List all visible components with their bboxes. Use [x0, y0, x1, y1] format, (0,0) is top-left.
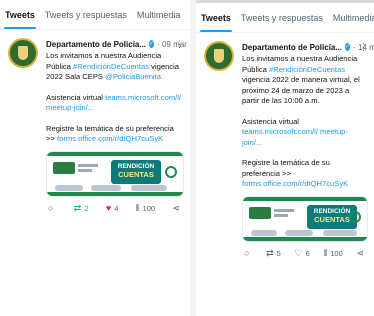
hashtag-link[interactable]: #RendiciónDeCuentas: [73, 62, 149, 71]
logo-text: [78, 168, 92, 172]
tweet-actions: ○ ⇄ 2 ♥ 4 ⫴ 100 ⋖: [46, 197, 184, 213]
heart-icon: ♥: [105, 202, 112, 213]
profile-tabs: Tweets Tweets y respuestas Multimedia M: [0, 0, 190, 30]
logo-text: [274, 213, 288, 217]
card-arrow-icon: [165, 165, 177, 178]
tweet-text: Los invitamos a nuestra Audiencia Públic…: [242, 54, 368, 190]
more-options-icon[interactable]: ⋮: [175, 39, 184, 50]
reply-icon: ○: [244, 247, 250, 258]
forms-link[interactable]: forms.office.com/r/dtQH7cuSyK: [242, 179, 348, 188]
card-pill: [131, 184, 167, 191]
retweet-button[interactable]: ⇄ 5: [266, 247, 281, 258]
card-arrow-icon: [349, 210, 361, 223]
tab-tweets[interactable]: Tweets: [196, 3, 236, 32]
police-logo: [249, 206, 271, 219]
like-count: 4: [114, 203, 119, 213]
profile-timeline-left: Tweets Tweets y respuestas Multimedia M …: [0, 0, 190, 316]
tweet-text: Los invitamos a nuestra Audiencia Públic…: [46, 51, 184, 145]
tweet-text-line: vigencia 2022 de manera virtual, el próx…: [242, 75, 360, 105]
card-pill: [285, 229, 313, 236]
share-button[interactable]: ⋖: [356, 247, 364, 258]
reply-icon: ○: [48, 202, 54, 213]
card-pill: [251, 229, 277, 236]
views-chart-icon: ⫴: [135, 202, 140, 213]
retweet-count: 2: [84, 203, 89, 213]
card-title-2: CUENTAS: [118, 169, 154, 179]
share-icon: ⋖: [356, 247, 364, 258]
views-count: 100: [142, 203, 156, 213]
hashtag-link[interactable]: #RendiciónDeCuentas: [269, 65, 345, 74]
card-pill: [323, 229, 357, 236]
heart-icon: ♡: [294, 247, 303, 258]
more-options-icon[interactable]: ⋮: [359, 42, 368, 53]
share-icon: ⋖: [172, 202, 180, 213]
author-name[interactable]: Departamento de Policía...: [46, 40, 146, 49]
retweet-icon: ⇄: [266, 247, 274, 258]
verified-badge-icon: ✓: [149, 40, 155, 48]
card-band: [243, 236, 367, 241]
card-band: [243, 196, 367, 201]
retweet-icon: ⇄: [73, 202, 82, 213]
police-logo: [53, 161, 75, 174]
tweet[interactable]: Departamento de Policía... ✓ · 09 mar ⋮ …: [0, 30, 190, 213]
card-band: [47, 151, 183, 156]
views-chart-icon: ⫴: [323, 247, 328, 258]
like-count: 6: [305, 248, 310, 258]
rendicion-cuentas-logo: RENDICIÓN CUENTAS: [111, 159, 161, 184]
profile-tabs: Tweets Tweets y respuestas Multimedia M: [196, 3, 374, 33]
tweet-actions: ○ ⇄ 5 ♡ 6 ⫴ 100 ⋖: [242, 242, 368, 258]
author-name[interactable]: Departamento de Policía...: [242, 43, 342, 52]
tab-tweets[interactable]: Tweets: [0, 0, 40, 29]
media-card[interactable]: RENDICIÓN CUENTAS: [242, 195, 368, 242]
card-pill: [91, 184, 121, 191]
mention-link[interactable]: @PoliciaBuenita.: [105, 72, 163, 81]
like-button[interactable]: ♡ 6: [294, 247, 310, 258]
profile-timeline-right: Tweets Tweets y respuestas Multimedia M …: [196, 0, 374, 316]
avatar[interactable]: [204, 41, 234, 71]
tab-media[interactable]: Multimedia: [132, 0, 186, 29]
reply-button[interactable]: ○: [48, 202, 56, 213]
like-button[interactable]: ♥ 4: [105, 202, 119, 213]
tweet-header: Departamento de Policía... ✓ · 09 mar: [46, 38, 187, 50]
tab-media[interactable]: Multimedia: [328, 3, 374, 32]
reply-button[interactable]: ○: [244, 247, 252, 258]
forms-link[interactable]: forms.office.com/r/dtQH7cuSyK: [57, 134, 163, 143]
tweet[interactable]: Departamento de Policía... ✓ · 14 mar ⋮ …: [196, 33, 374, 258]
verified-badge-icon: ✓: [345, 43, 351, 51]
avatar[interactable]: [8, 38, 38, 68]
teams-link[interactable]: teams.microsoft.com/l/ meetup-join/...: [242, 127, 348, 147]
media-card[interactable]: RENDICIÓN CUENTAS: [46, 150, 184, 197]
tweet-header: Departamento de Policía... ✓ · 14 mar: [242, 41, 374, 53]
card-pill: [55, 184, 83, 191]
virtual-label: Asistencia virtual: [46, 92, 106, 102]
share-button[interactable]: ⋖: [172, 202, 180, 213]
virtual-label: Asistencia virtual: [242, 116, 299, 126]
retweet-button[interactable]: ⇄ 2: [73, 202, 89, 213]
views-count: 100: [330, 248, 343, 258]
logo-text: [78, 163, 98, 167]
tab-tweets-replies[interactable]: Tweets y respuestas: [40, 0, 132, 29]
logo-text: [274, 208, 294, 212]
views-button[interactable]: ⫴ 100: [135, 202, 156, 213]
tab-tweets-replies[interactable]: Tweets y respuestas: [236, 3, 328, 32]
retweet-count: 5: [276, 248, 281, 258]
card-band: [47, 191, 183, 196]
views-button[interactable]: ⫴ 100: [323, 247, 343, 258]
register-label: Registre la temática de su preferencia >…: [242, 158, 330, 178]
